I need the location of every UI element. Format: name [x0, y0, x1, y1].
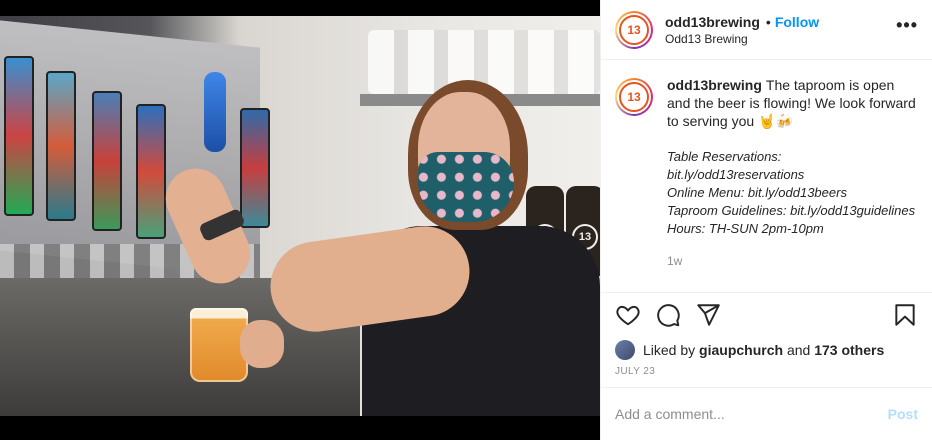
share-icon[interactable] — [695, 302, 721, 328]
comment-input[interactable] — [615, 406, 888, 422]
caption-line: Hours: TH-SUN 2pm-10pm — [667, 221, 824, 236]
caption-time[interactable]: 1w — [667, 252, 918, 270]
brand-logo: 13 — [619, 82, 649, 112]
comment-icon[interactable] — [655, 302, 681, 328]
instagram-post: 13 13 13 odd13brewing • Follow — [0, 0, 932, 440]
heart-icon[interactable] — [615, 302, 641, 328]
caption-line: Table Reservations: bit.ly/odd13reservat… — [667, 149, 805, 182]
post-comment-button[interactable]: Post — [888, 406, 918, 422]
liker-username[interactable]: giaupchurch — [699, 342, 783, 358]
post-photo[interactable]: 13 13 — [0, 0, 600, 440]
caption: odd13brewing The taproom is open and the … — [667, 76, 918, 292]
tap-handle — [136, 104, 166, 239]
likes-prefix: Liked by — [643, 342, 696, 358]
person-hand — [240, 320, 284, 368]
caption-links: Table Reservations: bit.ly/odd13reservat… — [667, 148, 918, 238]
tap-handle — [240, 108, 270, 228]
post-header: 13 odd13brewing • Follow Odd13 Brewing •… — [601, 0, 932, 60]
caption-area: 13 odd13brewing The taproom is open and t… — [601, 60, 932, 292]
caption-username[interactable]: odd13brewing — [667, 77, 762, 93]
caption-line: Taproom Guidelines: bit.ly/odd13guidelin… — [667, 203, 916, 218]
tap-handle — [4, 56, 34, 216]
header-text: odd13brewing • Follow Odd13 Brewing — [665, 14, 896, 46]
bookmark-icon[interactable] — [892, 302, 918, 328]
blue-tap-handle — [204, 72, 226, 152]
likes-row: Liked by giaupchurch and 173 others — [601, 336, 932, 364]
caption-avatar[interactable]: 13 — [615, 78, 653, 116]
post-panel: 13 odd13brewing • Follow Odd13 Brewing •… — [600, 0, 932, 440]
separator-dot: • — [765, 13, 771, 30]
more-options-icon[interactable]: ••• — [896, 15, 918, 44]
liker-avatar[interactable] — [615, 340, 635, 360]
comment-bar: Post — [601, 387, 932, 440]
location-link[interactable]: Odd13 Brewing — [665, 32, 896, 46]
likes-and: and — [786, 342, 811, 358]
likes-others-link[interactable]: 173 others — [814, 342, 884, 358]
username-link[interactable]: odd13brewing — [665, 14, 760, 30]
photo-scene: 13 13 — [0, 16, 600, 416]
follow-button[interactable]: Follow — [775, 14, 819, 30]
caption-line: Online Menu: bit.ly/odd13beers — [667, 185, 847, 200]
tap-handle — [92, 91, 122, 231]
brand-logo: 13 — [619, 14, 649, 45]
post-date[interactable]: JULY 23 — [601, 364, 932, 388]
profile-avatar[interactable]: 13 — [615, 10, 653, 49]
action-bar — [601, 292, 932, 336]
face-mask — [418, 152, 514, 222]
tap-handle — [46, 71, 76, 221]
